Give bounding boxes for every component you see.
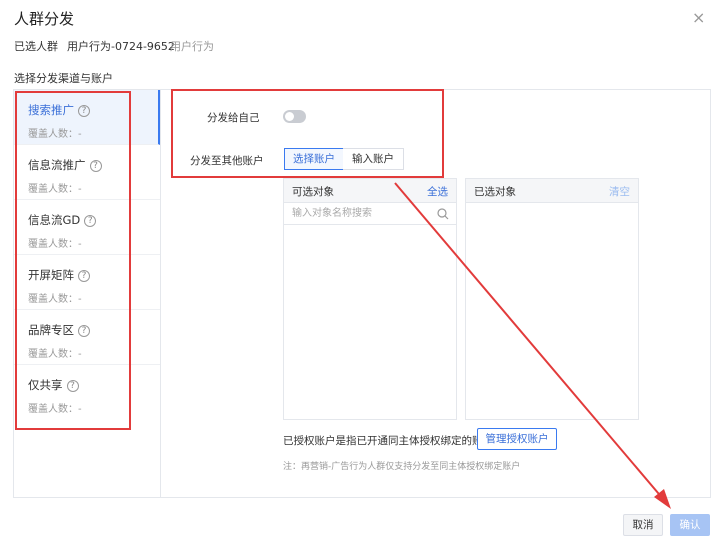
confirm-button[interactable]: 确认: [670, 514, 710, 536]
cancel-button[interactable]: 取消: [623, 514, 663, 536]
annotation-arrow: [394, 182, 671, 509]
